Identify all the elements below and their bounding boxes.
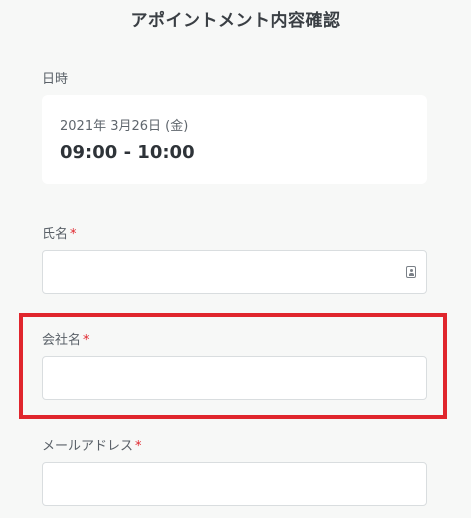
name-label-text: 氏名	[42, 227, 69, 242]
appointment-time: 09:00 - 10:00	[60, 142, 195, 163]
required-mark: *	[70, 227, 77, 242]
contact-card-icon[interactable]	[406, 266, 416, 278]
company-label-text: 会社名	[42, 333, 82, 348]
name-input[interactable]	[42, 250, 427, 294]
name-field-label: 氏名 *	[42, 223, 77, 242]
required-mark: *	[135, 439, 142, 454]
email-input[interactable]	[42, 462, 427, 506]
page-title: アポイントメント内容確認	[130, 11, 341, 31]
required-mark: *	[83, 333, 90, 348]
datetime-label: 日時	[42, 72, 69, 87]
email-label-text: メールアドレス	[42, 439, 134, 454]
datetime-card: 2021年 3月26日 (金) 09:00 - 10:00	[42, 95, 427, 184]
email-field-label: メールアドレス *	[42, 435, 142, 454]
company-input[interactable]	[42, 356, 427, 400]
company-field-label: 会社名 *	[42, 329, 90, 348]
appointment-date: 2021年 3月26日 (金)	[60, 119, 189, 134]
